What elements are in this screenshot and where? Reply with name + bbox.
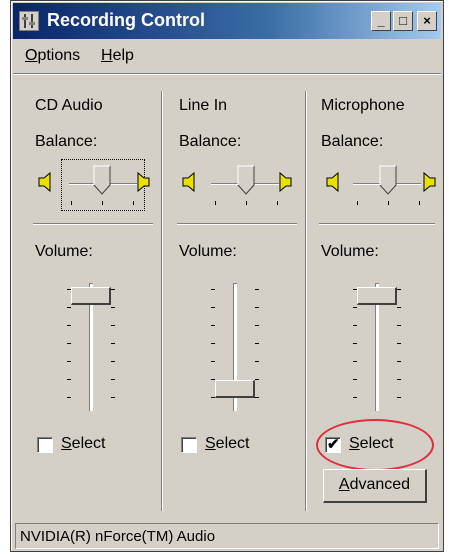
status-bar: NVIDIA(R) nForce(TM) Audio	[15, 523, 439, 549]
volume-tick	[397, 397, 401, 398]
close-button[interactable]: ×	[417, 11, 437, 31]
volume-tick	[67, 343, 71, 344]
select-label: Select	[61, 435, 106, 452]
menu-options[interactable]: Options	[25, 47, 80, 65]
volume-tick	[255, 325, 259, 326]
volume-tick	[397, 289, 401, 290]
select-label: Select	[205, 435, 250, 452]
select-checkbox-line-in[interactable]	[181, 437, 197, 453]
section-separator	[177, 223, 297, 225]
volume-tick	[111, 307, 115, 308]
right-speaker-icon	[135, 171, 153, 193]
balance-tick	[419, 201, 420, 205]
volume-tick	[67, 361, 71, 362]
volume-tick	[211, 289, 215, 290]
balance-tick	[133, 201, 134, 205]
volume-slider-thumb[interactable]	[357, 287, 397, 305]
volume-tick	[397, 343, 401, 344]
channel-name-cd-audio: CD Audio	[35, 97, 103, 114]
volume-tick	[111, 325, 115, 326]
volume-tick	[111, 289, 115, 290]
menu-bar: Options Help	[13, 41, 441, 71]
volume-tick	[67, 325, 71, 326]
balance-tick	[102, 201, 103, 205]
balance-slider-thumb[interactable]	[379, 165, 397, 195]
volume-label: Volume:	[321, 243, 379, 260]
balance-tick	[277, 201, 278, 205]
volume-slider-thumb[interactable]	[215, 380, 255, 398]
volume-tick	[397, 361, 401, 362]
volume-tick	[111, 361, 115, 362]
volume-tick	[397, 307, 401, 308]
section-separator	[319, 223, 435, 225]
volume-tick	[211, 361, 215, 362]
volume-tick	[211, 343, 215, 344]
balance-tick	[357, 201, 358, 205]
balance-tick	[388, 201, 389, 205]
column-separator	[161, 91, 163, 511]
recording-control-window: Recording Control _ □ × Options Help CD …	[10, 0, 444, 552]
left-speaker-icon	[35, 171, 53, 193]
volume-tick	[255, 361, 259, 362]
volume-tick	[353, 325, 357, 326]
right-speaker-icon	[277, 171, 295, 193]
left-speaker-icon	[179, 171, 197, 193]
volume-tick	[255, 307, 259, 308]
volume-slider-thumb[interactable]	[71, 287, 111, 305]
column-separator	[305, 91, 307, 511]
volume-tick	[397, 325, 401, 326]
volume-tick	[111, 343, 115, 344]
channel-name-line-in: Line In	[179, 97, 228, 114]
volume-tick	[353, 343, 357, 344]
volume-tick	[255, 397, 259, 398]
balance-label: Balance:	[179, 133, 242, 150]
channel-name-microphone: Microphone	[321, 97, 405, 114]
volume-label: Volume:	[179, 243, 237, 260]
balance-tick	[246, 201, 247, 205]
volume-label: Volume:	[35, 243, 93, 260]
menu-separator	[13, 73, 441, 75]
highlight-annotation	[316, 419, 434, 471]
volume-tick	[397, 379, 401, 380]
select-checkbox-cd-audio[interactable]	[37, 437, 53, 453]
volume-tick	[255, 379, 259, 380]
balance-slider-thumb[interactable]	[237, 165, 255, 195]
right-speaker-icon	[421, 171, 439, 193]
left-speaker-icon	[323, 171, 341, 193]
title-bar[interactable]: Recording Control _ □ ×	[13, 3, 441, 39]
maximize-button[interactable]: □	[393, 11, 413, 31]
volume-tick	[353, 307, 357, 308]
volume-tick	[211, 325, 215, 326]
advanced-button[interactable]: Advanced	[323, 469, 427, 503]
volume-tick	[353, 397, 357, 398]
balance-label: Balance:	[321, 133, 384, 150]
volume-tick	[111, 379, 115, 380]
volume-tick	[111, 397, 115, 398]
volume-tick	[67, 379, 71, 380]
balance-tick	[71, 201, 72, 205]
volume-tick	[353, 379, 357, 380]
mixer-app-icon	[19, 11, 39, 31]
volume-tick	[67, 397, 71, 398]
volume-tick	[211, 307, 215, 308]
window-title: Recording Control	[47, 10, 205, 30]
balance-label: Balance:	[35, 133, 98, 150]
balance-tick	[215, 201, 216, 205]
menu-help[interactable]: Help	[101, 47, 134, 65]
volume-tick	[67, 307, 71, 308]
volume-tick	[255, 343, 259, 344]
volume-tick	[353, 361, 357, 362]
section-separator	[33, 223, 153, 225]
balance-slider-thumb[interactable]	[93, 165, 111, 195]
volume-tick	[255, 289, 259, 290]
status-text: NVIDIA(R) nForce(TM) Audio	[20, 528, 216, 545]
minimize-button[interactable]: _	[371, 11, 391, 31]
